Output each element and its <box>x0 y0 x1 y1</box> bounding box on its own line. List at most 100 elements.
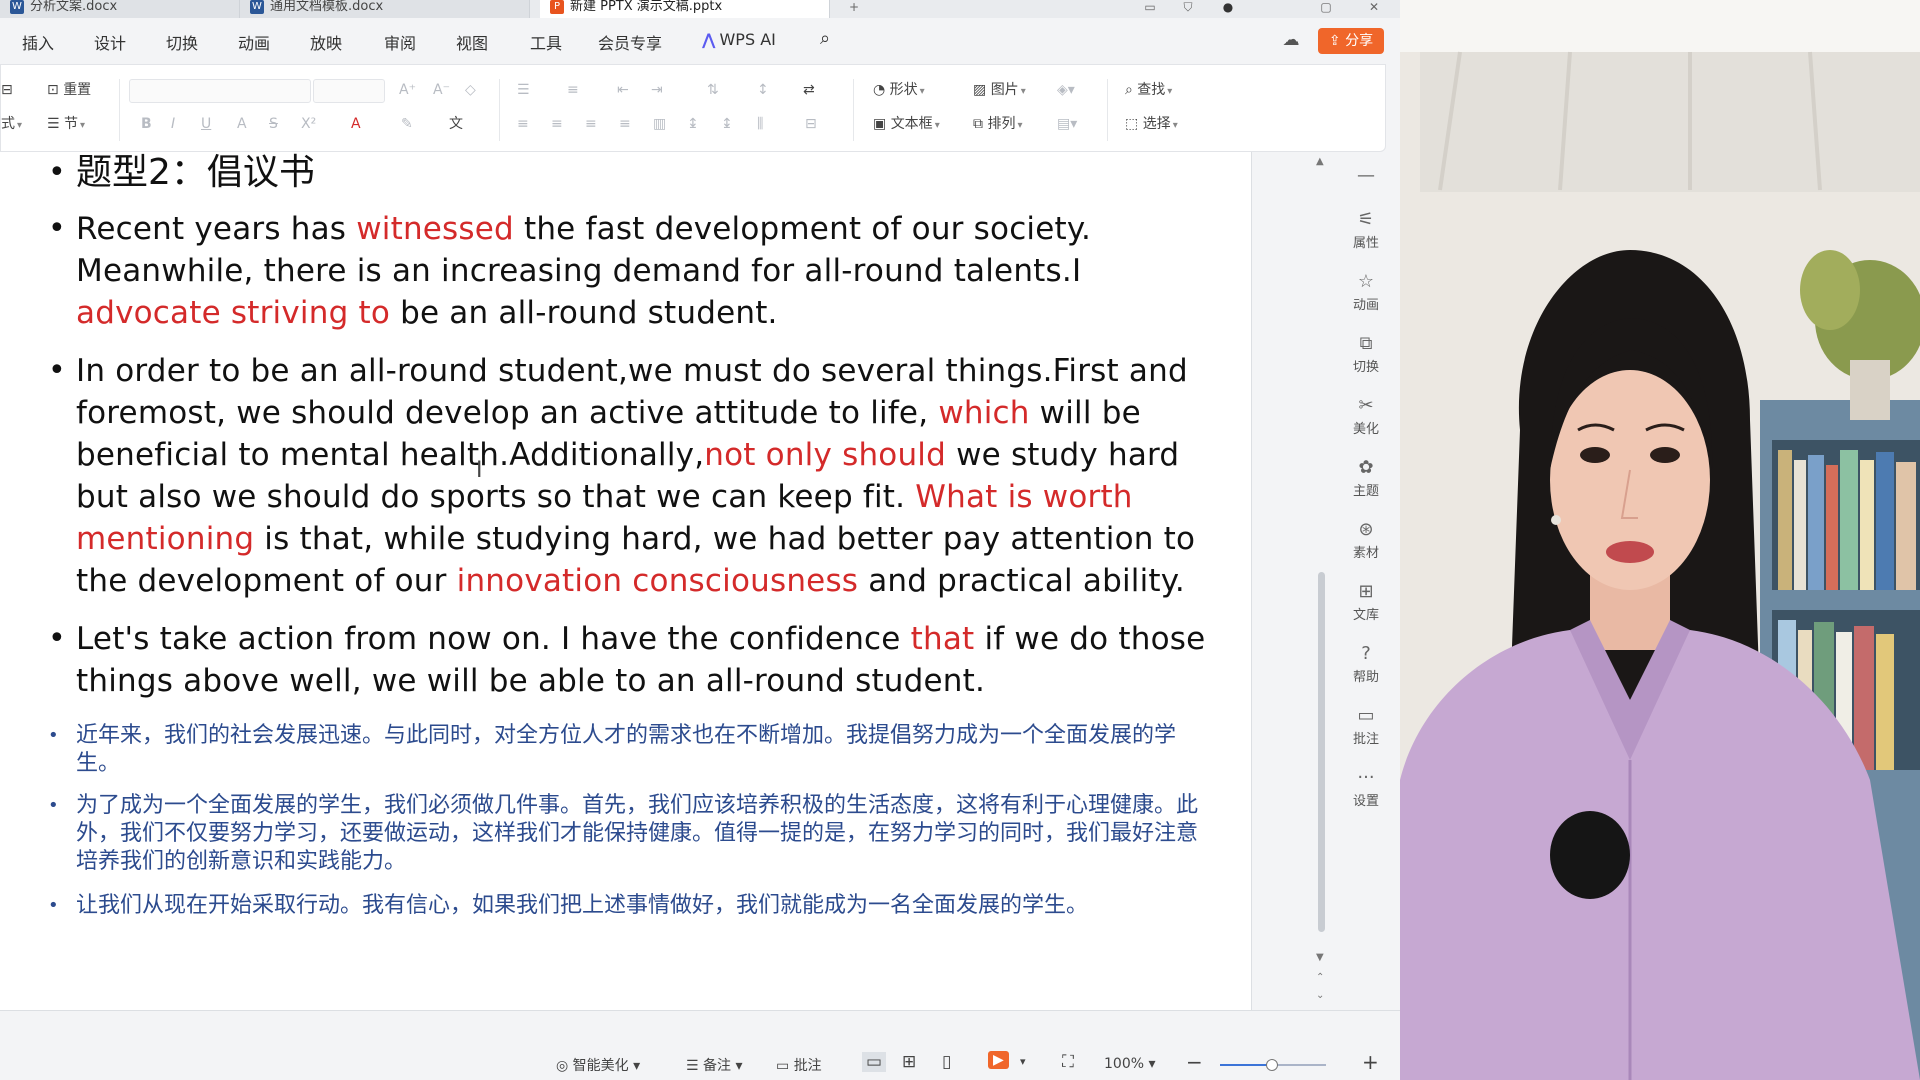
increase-font-icon[interactable]: A⁺ <box>399 81 416 99</box>
zoom-knob[interactable] <box>1265 1059 1278 1071</box>
translation-1[interactable]: • 近年来，我们的社会发展迅速。与此同时，对全方位人才的需求也在不断增加。我提倡努… <box>48 722 1206 778</box>
collapse-icon[interactable]: — <box>1332 166 1400 188</box>
translation-2[interactable]: • 为了成为一个全面发展的学生，我们必须做几件事。首先，我们应该培养积极的生活态度… <box>48 792 1206 876</box>
select-button[interactable]: ⬚ 选择 ▾ <box>1125 115 1178 135</box>
smart-beautify-button[interactable]: ◎ 智能美化 ▾ <box>556 1055 640 1075</box>
avatar[interactable]: ● <box>1220 0 1236 14</box>
convert-icon[interactable]: ⇄ <box>803 81 815 99</box>
menu-animation[interactable]: 动画 <box>238 30 270 54</box>
text-shadow-icon[interactable]: A <box>237 115 247 133</box>
comments-button[interactable]: ▭ 批注 <box>776 1055 822 1075</box>
menu-tools[interactable]: 工具 <box>530 30 562 54</box>
doc-tab-3[interactable]: P 新建 PPTX 演示文稿.pptx <box>540 0 830 18</box>
text-direction-icon[interactable]: ⇅ <box>707 81 719 99</box>
paragraph-1[interactable]: • Recent years has witnessed the fast dev… <box>48 208 1206 334</box>
slide-heading[interactable]: • 题型2：倡议书 <box>48 152 1206 194</box>
play-icon[interactable]: ▶ <box>988 1051 1009 1069</box>
font-name-select[interactable] <box>129 79 311 103</box>
translation-3[interactable]: • 让我们从现在开始采取行动。我有信心，如果我们把上述事情做好，我们就能成为一名全… <box>48 892 1206 920</box>
distribute-icon[interactable]: ▥ <box>653 115 666 133</box>
doc-tab-1[interactable]: W 分析文案.docx <box>0 0 240 18</box>
font-color-icon[interactable]: A <box>351 115 361 133</box>
paragraph-2[interactable]: • In order to be an all-round student,we … <box>48 350 1206 602</box>
menu-insert[interactable]: 插入 <box>22 30 54 54</box>
italic-icon[interactable]: I <box>171 115 175 133</box>
scroll-thumb[interactable] <box>1318 572 1325 932</box>
side-properties[interactable]: ⚟ 属性 <box>1332 210 1400 252</box>
highlight-icon[interactable]: ✎ <box>401 115 413 133</box>
menu-transition[interactable]: 切换 <box>166 30 198 54</box>
layout-icon[interactable]: ⊟ <box>1 81 13 99</box>
section-button[interactable]: ☰ 节 ▾ <box>47 115 85 135</box>
paragraph-spacing-icon[interactable]: ↨ <box>721 115 733 133</box>
menu-view[interactable]: 视图 <box>456 30 488 54</box>
menu-design[interactable]: 设计 <box>94 30 126 54</box>
next-slide-icon[interactable]: ⌄ <box>1316 990 1324 1001</box>
search-icon[interactable]: ⌕ <box>820 28 830 49</box>
decrease-font-icon[interactable]: A⁻ <box>433 81 450 99</box>
scroll-up-icon[interactable]: ▲ <box>1316 156 1324 167</box>
bold-icon[interactable]: B <box>141 115 152 133</box>
text-align-icon[interactable]: ⊟ <box>805 115 817 133</box>
scroll-down-icon[interactable]: ▼ <box>1316 952 1324 963</box>
decrease-indent-icon[interactable]: ⇤ <box>617 81 629 99</box>
numbered-list-icon[interactable]: ≡ <box>567 81 579 99</box>
zoom-out-icon[interactable]: − <box>1186 1050 1203 1074</box>
zoom-slider[interactable] <box>1220 1059 1326 1071</box>
side-theme[interactable]: ✿ 主题 <box>1332 458 1400 500</box>
justify-icon[interactable]: ≡ <box>619 115 631 133</box>
wps-ai-button[interactable]: ⋀ WPS AI <box>702 30 776 49</box>
columns-icon[interactable]: ⫼ <box>757 115 763 133</box>
textbox-button[interactable]: ▣ 文本框 ▾ <box>873 115 940 135</box>
notes-button[interactable]: ☰ 备注 ▾ <box>686 1055 743 1075</box>
side-comments[interactable]: ▭ 批注 <box>1332 706 1400 748</box>
menu-member[interactable]: 会员专享 <box>598 30 662 54</box>
side-library[interactable]: ⊞ 文库 <box>1332 582 1400 624</box>
bullet-list-icon[interactable]: ☰ <box>517 81 530 99</box>
share-button[interactable]: ⇪ 分享 <box>1318 28 1384 54</box>
vertical-scrollbar[interactable]: ▲ ▼ ⌃ ⌄ <box>1312 152 1332 1010</box>
reset-button[interactable]: ⊡ 重置 <box>47 81 91 99</box>
side-material[interactable]: ⊛ 素材 <box>1332 520 1400 562</box>
play-dropdown-icon[interactable]: ▾ <box>1020 1055 1026 1068</box>
fill-icon[interactable]: ◈▾ <box>1057 81 1075 99</box>
font-size-select[interactable] <box>313 79 385 103</box>
layout-button[interactable]: 式 ▾ <box>1 115 22 135</box>
menu-review[interactable]: 审阅 <box>384 30 416 54</box>
maximize-icon[interactable]: ▢ <box>1318 0 1334 14</box>
shape-button[interactable]: ◔ 形状 ▾ <box>873 81 925 101</box>
cloud-upload-icon[interactable]: ☁ <box>1280 30 1302 52</box>
normal-view-icon[interactable]: ▭ <box>862 1052 887 1072</box>
align-right-icon[interactable]: ≡ <box>585 115 597 133</box>
prev-slide-icon[interactable]: ⌃ <box>1316 972 1324 983</box>
reading-view-icon[interactable]: ▯ <box>942 1052 951 1072</box>
align-center-icon[interactable]: ≡ <box>551 115 563 133</box>
side-animation[interactable]: ☆ 动画 <box>1332 272 1400 314</box>
pinyin-icon[interactable]: 文 <box>449 115 463 133</box>
strikethrough-icon[interactable]: S <box>269 115 278 133</box>
shield-icon[interactable]: ⛉ <box>1180 0 1196 14</box>
align-left-icon[interactable]: ≡ <box>517 115 529 133</box>
increase-indent-icon[interactable]: ⇥ <box>651 81 663 99</box>
fit-window-icon[interactable]: ⛶ <box>1062 1052 1074 1072</box>
menu-slideshow[interactable]: 放映 <box>310 30 342 54</box>
line-spacing-icon[interactable]: ↨ <box>687 115 699 133</box>
doc-tab-2[interactable]: W 通用文档模板.docx <box>240 0 530 18</box>
side-help[interactable]: ? 帮助 <box>1332 644 1400 686</box>
find-button[interactable]: ⌕ 查找 ▾ <box>1125 81 1172 101</box>
superscript-icon[interactable]: X² <box>301 115 316 133</box>
paragraph-3[interactable]: • Let's take action from now on. I have t… <box>48 618 1206 702</box>
zoom-in-icon[interactable]: + <box>1362 1050 1379 1074</box>
underline-icon[interactable]: U <box>201 115 211 133</box>
side-transition[interactable]: ⧉ 切换 <box>1332 334 1400 376</box>
arrange-button[interactable]: ⧉ 排列 ▾ <box>973 115 1022 135</box>
restore-icon[interactable]: ▭ <box>1142 0 1158 14</box>
clear-format-icon[interactable]: ◇ <box>465 81 476 99</box>
outline-icon[interactable]: ▤▾ <box>1057 115 1077 133</box>
picture-button[interactable]: ▨ 图片 ▾ <box>973 81 1026 101</box>
new-tab-icon[interactable]: + <box>846 0 862 14</box>
close-icon[interactable]: ✕ <box>1366 0 1382 14</box>
sort-icon[interactable]: ↕ <box>757 81 769 99</box>
zoom-level[interactable]: 100% ▾ <box>1104 1056 1156 1072</box>
slide-canvas[interactable]: • 题型2：倡议书 • Recent years has witnessed the… <box>0 152 1252 1010</box>
